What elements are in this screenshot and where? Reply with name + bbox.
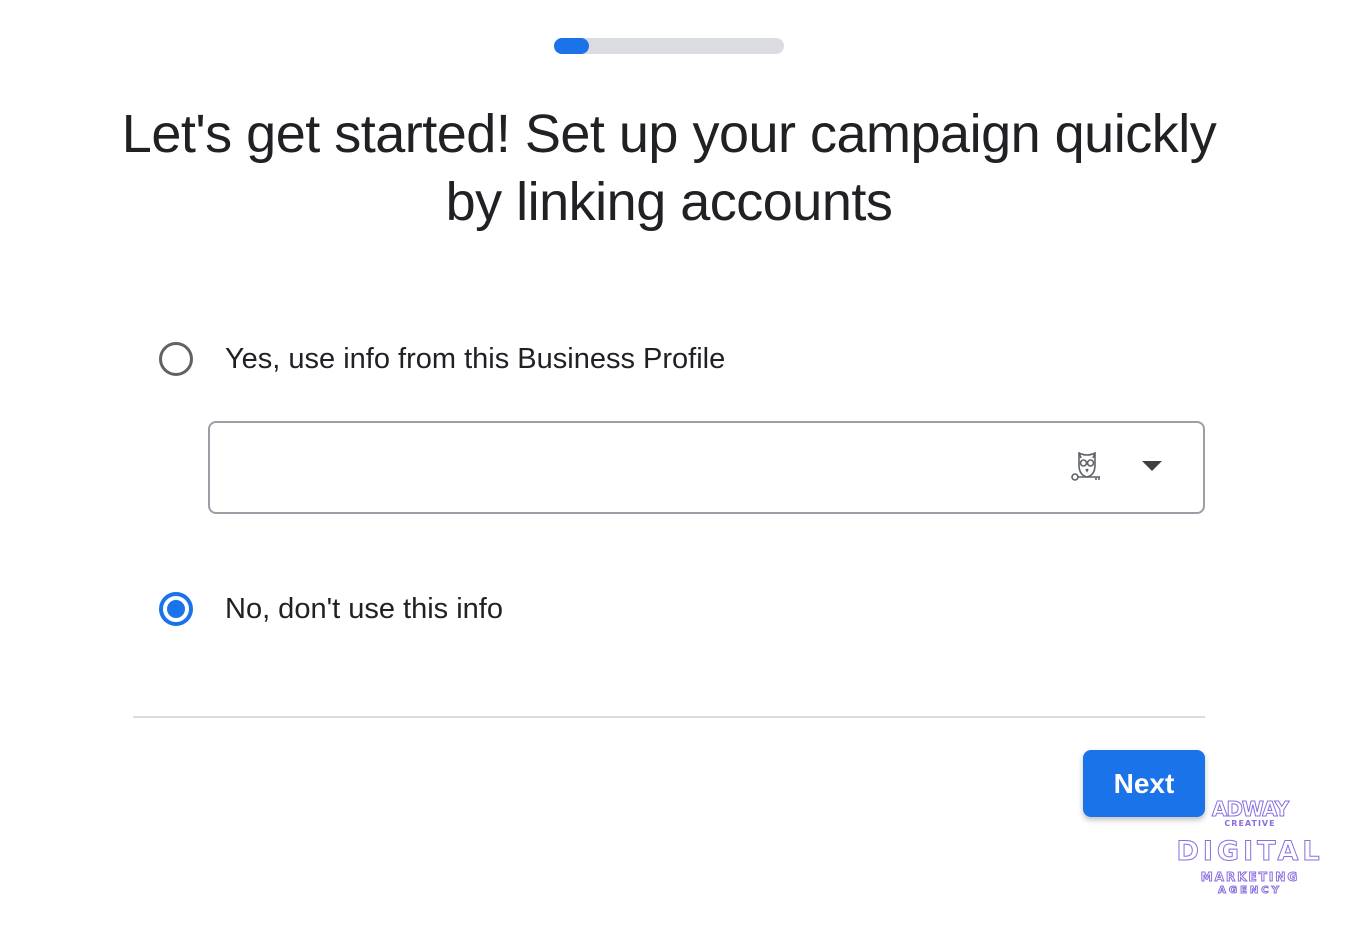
watermark-line3: AGENCY xyxy=(1218,885,1282,897)
radio-option-yes[interactable]: Yes, use info from this Business Profile xyxy=(159,342,725,376)
watermark-brand: ADWAY xyxy=(1211,797,1289,821)
progress-bar xyxy=(554,38,784,54)
chevron-down-icon[interactable] xyxy=(1142,461,1162,471)
watermark-line1: DIGITAL xyxy=(1176,836,1324,868)
option-label-no: No, don't use this info xyxy=(225,592,503,625)
radio-unchecked-icon[interactable] xyxy=(159,342,193,376)
watermark-line2: MARKETING xyxy=(1200,870,1300,885)
radio-option-no[interactable]: No, don't use this info xyxy=(159,592,503,626)
watermark-brand-sub: CREATIVE xyxy=(1224,819,1276,828)
option-label-yes: Yes, use info from this Business Profile xyxy=(225,342,726,375)
divider xyxy=(133,716,1205,718)
progress-fill xyxy=(554,38,589,54)
owl-key-icon xyxy=(1071,451,1100,481)
watermark-logo: ADWAY CREATIVE DIGITAL MARKETING AGENCY xyxy=(1170,798,1330,898)
radio-checked-icon[interactable] xyxy=(159,592,193,626)
business-profile-dropdown[interactable] xyxy=(208,421,1205,514)
page-title: Let's get started! Set up your campaign … xyxy=(121,104,1217,232)
